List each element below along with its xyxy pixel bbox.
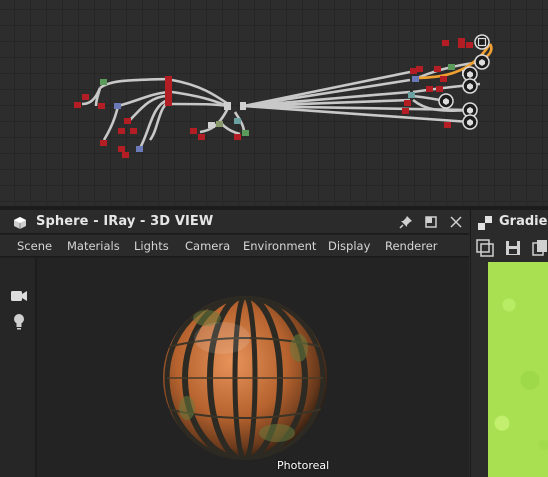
menu-renderer[interactable]: Renderer: [385, 239, 438, 253]
panel-header[interactable]: Sphere - IRay - 3D VIEW: [0, 210, 469, 234]
graph-ports[interactable]: [74, 38, 473, 158]
pin-icon[interactable]: [398, 214, 414, 230]
menu-lights[interactable]: Lights: [134, 239, 169, 253]
menu-scene[interactable]: Scene: [17, 239, 52, 253]
menu-bar: Scene Materials Lights Camera Environmen…: [0, 235, 469, 257]
app-window: Sphere - IRay - 3D VIEW Scene Materials …: [0, 0, 548, 477]
menu-camera[interactable]: Camera: [185, 239, 230, 253]
camera-icon[interactable]: [8, 285, 30, 307]
copy-icon[interactable]: [531, 239, 548, 261]
output-node-icon: [474, 54, 490, 70]
menu-materials[interactable]: Materials: [67, 239, 120, 253]
menu-environment[interactable]: Environment: [243, 239, 316, 253]
gradient-editor-panel: Gradient Editor: [470, 210, 548, 477]
panel-title: Gradient Editor: [499, 214, 548, 229]
graph-wires: [81, 60, 481, 149]
checker-icon: [478, 215, 492, 234]
output-node-icon: [438, 93, 454, 109]
output-node-icon: [462, 114, 478, 130]
3d-viewport[interactable]: Photoreal: [37, 258, 469, 477]
light-icon[interactable]: [8, 310, 30, 332]
output-node-icon: [462, 78, 478, 94]
render-mode-label: Photoreal: [277, 459, 330, 472]
maximize-icon[interactable]: [423, 214, 439, 230]
menu-display[interactable]: Display: [328, 239, 370, 253]
graph-canvas[interactable]: [0, 0, 548, 208]
close-icon[interactable]: [448, 214, 464, 230]
3d-view-panel: Sphere - IRay - 3D VIEW Scene Materials …: [0, 210, 469, 477]
gradient-preview[interactable]: [488, 262, 548, 477]
save-icon[interactable]: [504, 239, 522, 261]
layout-icon[interactable]: [476, 239, 494, 261]
sphere-render: [163, 296, 327, 460]
cube-icon: [13, 215, 27, 234]
panel-title: Sphere - IRay - 3D VIEW: [36, 214, 214, 229]
output-node-icon: [474, 34, 490, 50]
view-toolstrip: [0, 258, 36, 477]
node-graph[interactable]: [0, 0, 548, 208]
gradient-toolbar: [471, 235, 548, 261]
